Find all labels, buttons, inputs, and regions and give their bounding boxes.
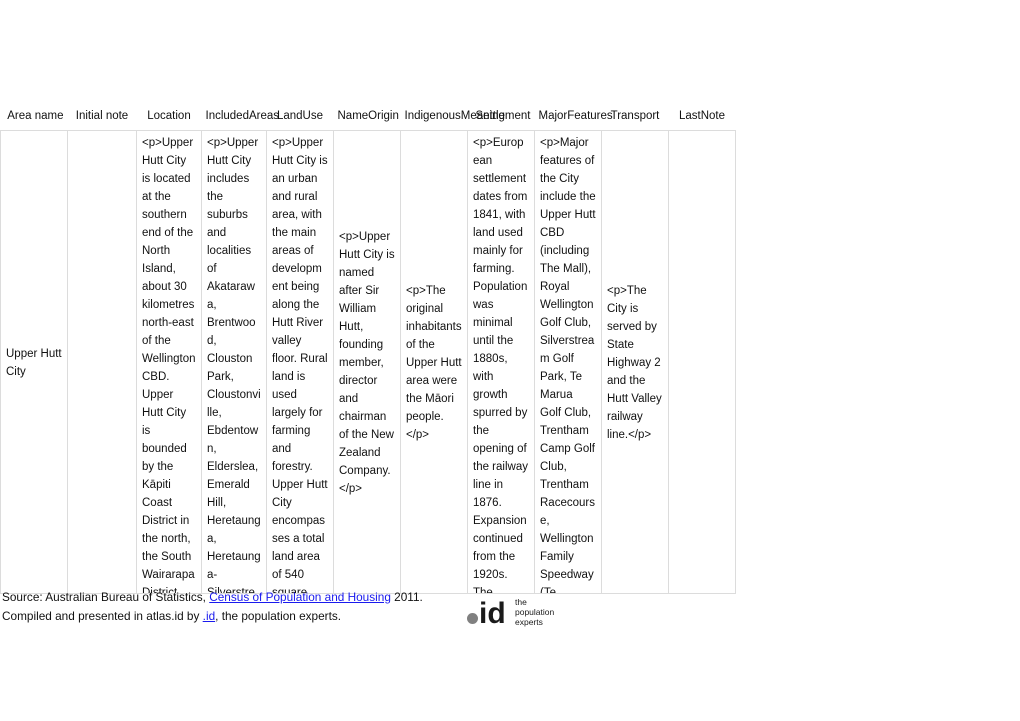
column-header-location[interactable]: Location bbox=[136, 81, 202, 131]
cell-major-features: <p>Major features of the City include th… bbox=[534, 130, 602, 594]
cell-included-areas: <p>Upper Hutt City includes the suburbs … bbox=[201, 130, 267, 594]
cell-indigenous-meaning: <p>The original inhabitants of the Upper… bbox=[400, 130, 468, 594]
cell-text-settlement: <p>European settlement dates from 1841, … bbox=[473, 137, 528, 593]
column-header-major-features[interactable]: MajorFeatures bbox=[534, 81, 613, 131]
id-link[interactable]: .id bbox=[203, 609, 215, 623]
cell-text-land-use: <p>Upper Hutt City is an urban and rural… bbox=[272, 137, 328, 593]
page-root: Area name Initial note Location Included… bbox=[0, 0, 1020, 721]
column-header-included-areas[interactable]: IncludedAreas bbox=[201, 81, 279, 131]
data-table-container: Area name Initial note Location Included… bbox=[0, 81, 736, 594]
column-header-indigenous-meaning[interactable]: IndigenousMeaning bbox=[400, 81, 505, 131]
cell-text-transport: <p>The City is served by State Highway 2… bbox=[607, 285, 662, 441]
census-link[interactable]: Census of Population and Housing bbox=[209, 590, 391, 604]
table-header-row: Area name Initial note Location Included… bbox=[0, 81, 736, 131]
column-header-area-name[interactable]: Area name bbox=[0, 81, 68, 131]
cell-text-indigenous-meaning: <p>The original inhabitants of the Upper… bbox=[406, 285, 462, 441]
column-header-name-origin[interactable]: NameOrigin bbox=[333, 81, 401, 131]
table-header: Area name Initial note Location Included… bbox=[0, 81, 736, 131]
cell-land-use: <p>Upper Hutt City is an urban and rural… bbox=[266, 130, 334, 594]
table-row: Upper Hutt City <p>Upper Hutt City is lo… bbox=[0, 130, 736, 594]
cell-text-name-origin: <p>Upper Hutt City is named after Sir Wi… bbox=[339, 231, 395, 495]
cell-text-included-areas: <p>Upper Hutt City includes the suburbs … bbox=[207, 137, 261, 593]
table-body: Upper Hutt City <p>Upper Hutt City is lo… bbox=[0, 130, 736, 594]
cell-area-name: Upper Hutt City bbox=[0, 130, 68, 594]
column-header-land-use[interactable]: LandUse bbox=[266, 81, 334, 131]
cell-name-origin: <p>Upper Hutt City is named after Sir Wi… bbox=[333, 130, 401, 594]
source-note: Source: Australian Bureau of Statistics,… bbox=[2, 588, 462, 626]
logo-line3-text: experts bbox=[515, 617, 543, 627]
logo-mark-text: id bbox=[479, 597, 506, 628]
logo-dot-icon bbox=[467, 613, 478, 624]
cell-location: <p>Upper Hutt City is located at the sou… bbox=[136, 130, 202, 594]
area-profile-table: Area name Initial note Location Included… bbox=[0, 81, 736, 594]
cell-transport: <p>The City is served by State Highway 2… bbox=[601, 130, 669, 594]
logo-line1-text: the bbox=[515, 597, 527, 607]
column-header-settlement[interactable]: Settlement bbox=[467, 81, 535, 131]
logo-icon: id the population experts bbox=[467, 597, 555, 628]
id-population-experts-logo: id the population experts bbox=[466, 592, 558, 628]
source-suffix-text: , the population experts. bbox=[215, 609, 342, 624]
cell-settlement: <p>European settlement dates from 1841, … bbox=[467, 130, 535, 594]
cell-last-note bbox=[668, 130, 736, 594]
cell-initial-note bbox=[67, 130, 137, 594]
cell-text-area-name: Upper Hutt City bbox=[6, 348, 62, 378]
column-header-transport[interactable]: Transport bbox=[601, 81, 669, 131]
source-prefix-text: Source: Australian Bureau of Statistics, bbox=[2, 590, 210, 604]
cell-text-location: <p>Upper Hutt City is located at the sou… bbox=[142, 137, 196, 593]
column-header-last-note[interactable]: LastNote bbox=[668, 81, 736, 131]
column-header-initial-note[interactable]: Initial note bbox=[67, 81, 137, 131]
footer: Source: Australian Bureau of Statistics,… bbox=[2, 588, 742, 626]
cell-text-major-features: <p>Major features of the City include th… bbox=[540, 137, 596, 593]
logo-line2-text: population bbox=[515, 607, 555, 617]
